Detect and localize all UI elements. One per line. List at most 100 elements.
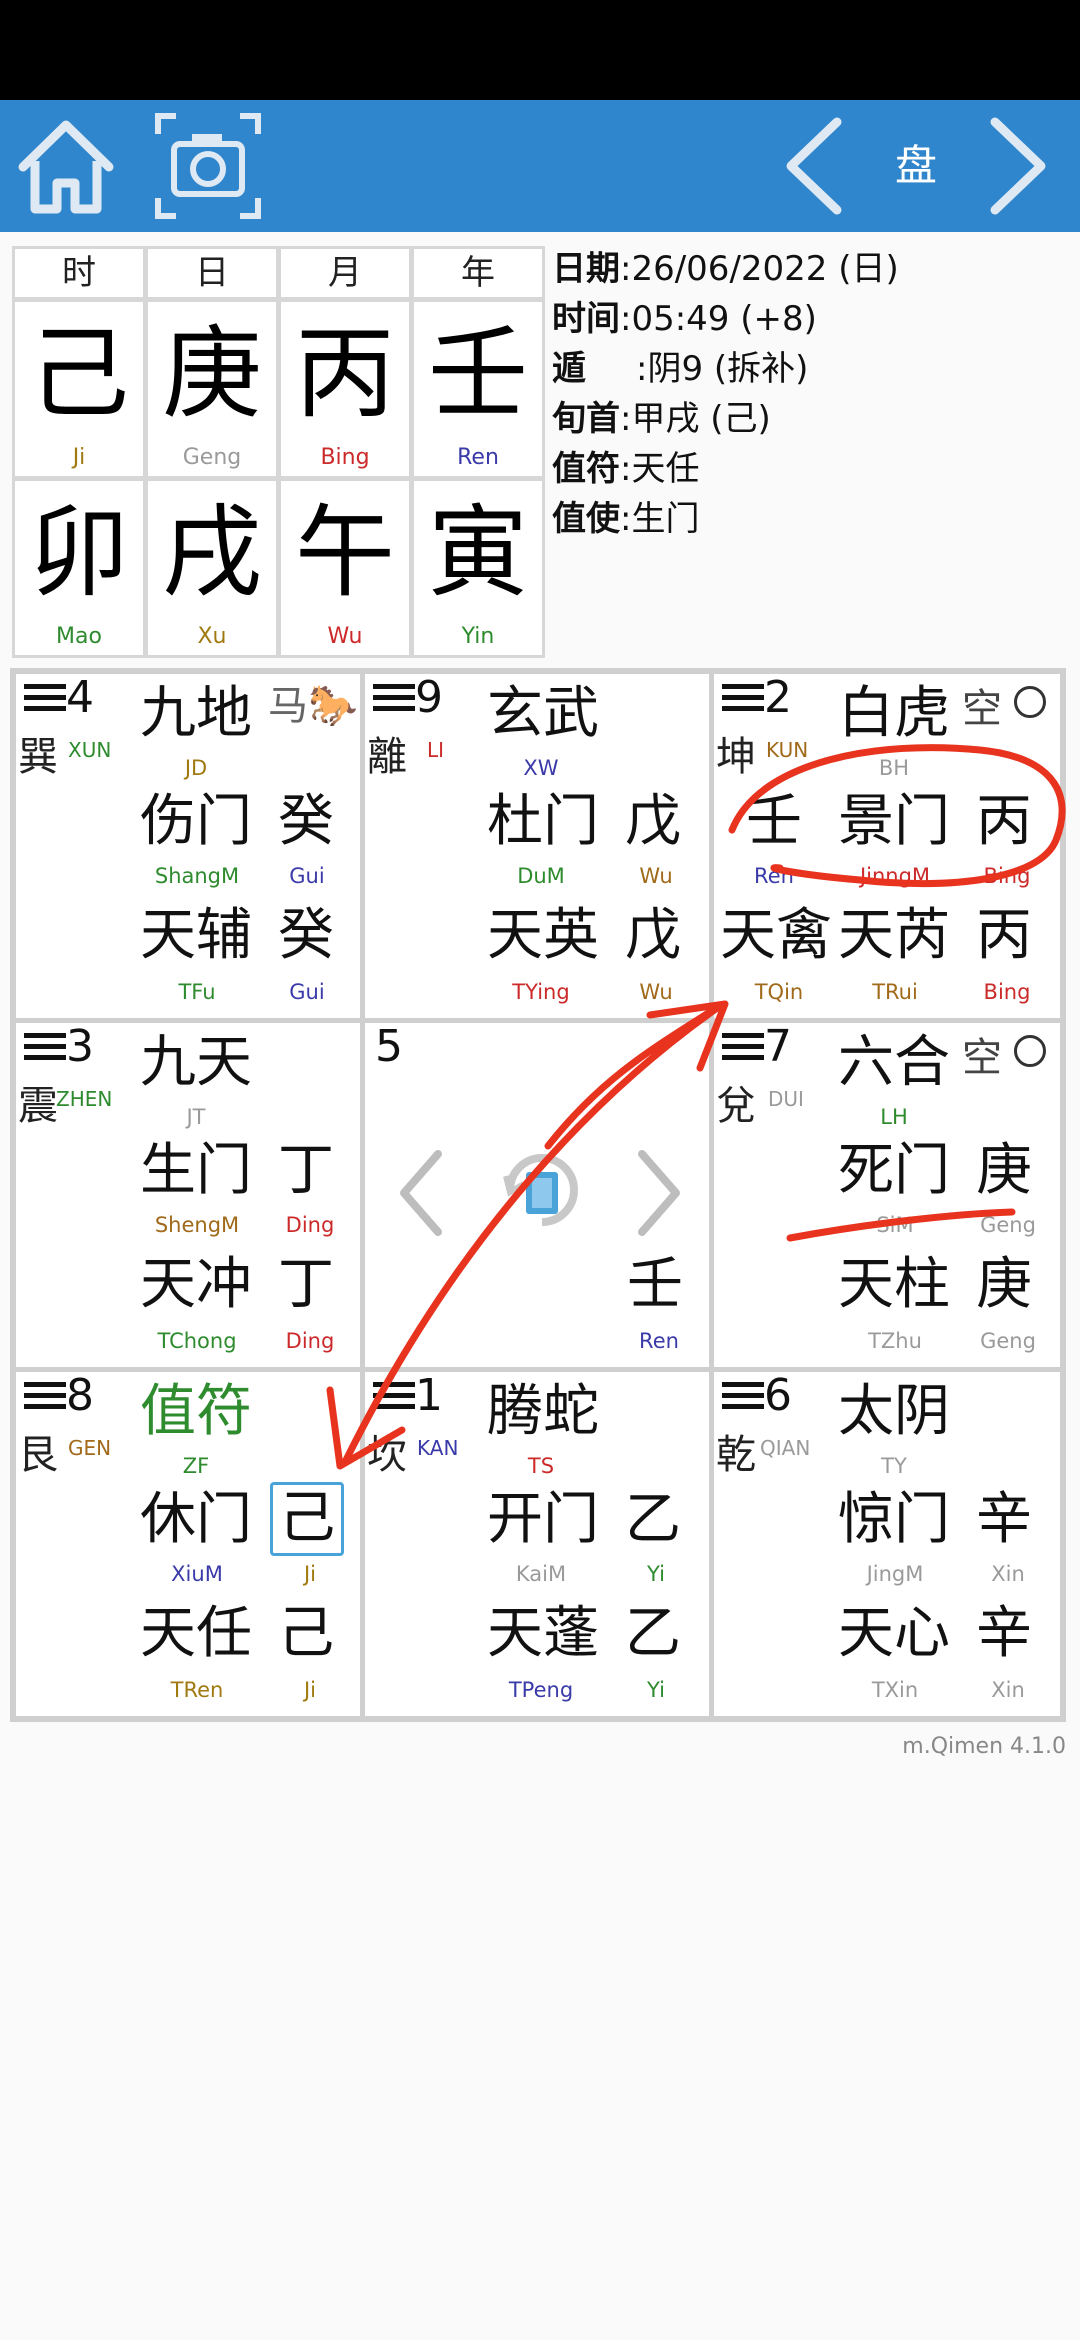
trigram-icon [373, 684, 415, 717]
trigram-icon [24, 684, 66, 717]
palace-number: 7 [764, 1021, 792, 1072]
stem-pinyin: Bing [320, 445, 370, 470]
pillar-branch-year[interactable]: 寅 Yin [411, 478, 545, 658]
pillar-stem-day[interactable]: 庚 Geng [145, 299, 279, 479]
star: 天心 [838, 1601, 950, 1666]
selected-door-stem[interactable]: 己 [270, 1482, 344, 1556]
chevron-left-icon[interactable] [778, 112, 850, 220]
door: 生门 [140, 1138, 252, 1203]
door-pinyin: XiuM [171, 1562, 223, 1586]
god: 六合 [838, 1030, 950, 1095]
god: 白虎 [838, 681, 950, 746]
trigram-icon [722, 1382, 764, 1415]
pillar-branch-day[interactable]: 戌 Xu [145, 478, 279, 658]
star-pinyin: TChong [157, 1329, 237, 1353]
pillar-branch-hour[interactable]: 卯 Mao [12, 478, 146, 658]
palace-7[interactable]: 7 兌 DUI 六合 LH 空 死门 SiM 庚 Geng 天柱 TZhu 庚 … [711, 1020, 1063, 1370]
door: 休门 [140, 1487, 252, 1552]
star-stem: 丁 [278, 1252, 334, 1317]
palace-pinyin: GEN [68, 1436, 112, 1460]
palace-6[interactable]: 6 乾 QIAN 太阴 TY 惊门 JingM 辛 Xin 天心 TXin 辛 … [711, 1369, 1063, 1719]
pillar-header-year: 年 [411, 246, 545, 300]
star-stem-pinyin: Yi [647, 1678, 665, 1702]
door-pinyin: DuM [517, 864, 565, 888]
pillars-table: 时 日 月 年 己 Ji 庚 Geng 丙 Bing 壬 Ren 卯 Mao 戌… [12, 246, 545, 658]
pillar-stem-month[interactable]: 丙 Bing [278, 299, 412, 479]
star-stem-pinyin: Xin [991, 1678, 1025, 1702]
door-stem: 丙 [976, 789, 1032, 854]
god-pinyin: TY [881, 1454, 907, 1478]
pillar-header-hour: 时 [12, 246, 146, 300]
star-stem: 癸 [278, 903, 334, 968]
god-pinyin: JT [186, 1105, 206, 1129]
star-stem-pinyin: Gui [289, 980, 325, 1004]
chevron-right-icon[interactable] [629, 1143, 689, 1243]
door: 开门 [487, 1487, 599, 1552]
center-stem-pinyin: Ren [639, 1329, 679, 1353]
pillar-stem-year[interactable]: 壬 Ren [411, 299, 545, 479]
door-pinyin: ShangM [154, 864, 240, 888]
app-version: m.Qimen 4.1.0 [902, 1734, 1066, 1759]
palace-number: 2 [764, 672, 792, 723]
void-circle-icon [1014, 1035, 1046, 1067]
palace-1[interactable]: 1 坎 KAN 腾蛇 TS 开门 KaiM 乙 Yi 天蓬 TPeng 乙 Yi [362, 1369, 712, 1719]
door-pinyin: JinngM [859, 864, 931, 888]
god-pinyin: BH [878, 756, 910, 780]
palace-9[interactable]: 9 離 LI 玄武 XW 杜门 DuM 戊 Wu 天英 TYing 戊 Wu [362, 671, 712, 1021]
star-stem-pinyin: Geng [980, 1329, 1036, 1353]
chevron-right-icon[interactable] [982, 112, 1054, 220]
star-pinyin: TPeng [508, 1678, 574, 1702]
star-stem: 己 [278, 1601, 334, 1666]
god: 太阴 [838, 1379, 950, 1444]
star: 天冲 [140, 1252, 252, 1317]
palace-number: 4 [66, 672, 94, 723]
god-pinyin: JD [184, 756, 208, 780]
door: 伤门 [140, 789, 252, 854]
star-stem-pinyin: Ding [285, 1329, 335, 1353]
star-stem-pinyin: Ji [303, 1678, 317, 1702]
god: 玄武 [487, 681, 599, 746]
door-stem: 丁 [278, 1138, 334, 1203]
horse-marker: 马🐎 [268, 683, 358, 729]
palace-number: 9 [415, 672, 443, 723]
trigram-icon [24, 1033, 66, 1066]
pillar-branch-month[interactable]: 午 Wu [278, 478, 412, 658]
god-pinyin: ZF [182, 1454, 210, 1478]
camera-icon[interactable] [150, 108, 266, 224]
palace-4[interactable]: 4 巽 XUN 九地 JD 马🐎 伤门 ShangM 癸 Gui 天辅 TFu … [13, 671, 363, 1021]
branch-pinyin: Yin [461, 624, 495, 649]
door-pinyin: SiM [876, 1213, 914, 1237]
star: 天蓬 [487, 1601, 599, 1666]
star: 天柱 [838, 1252, 950, 1317]
palace-pinyin: DUI [768, 1087, 804, 1111]
god-pinyin: TS [527, 1454, 555, 1478]
palace-name: 離 [367, 734, 407, 780]
stem-pinyin: Geng [182, 445, 242, 470]
pillar-stem-hour[interactable]: 己 Ji [12, 299, 146, 479]
palace-name: 巽 [18, 734, 58, 780]
star: 天芮 [838, 903, 950, 968]
pillar-header-month: 月 [278, 246, 412, 300]
star-pinyin: TZhu [868, 1329, 922, 1353]
home-icon[interactable] [8, 108, 124, 224]
palace-pinyin: LI [427, 738, 445, 762]
star-stem: 丙 [976, 903, 1032, 968]
branch-glyph: 卯 [29, 494, 129, 611]
palace-number: 3 [66, 1021, 94, 1072]
stem-pinyin: Ren [457, 445, 499, 470]
door: 死门 [838, 1138, 950, 1203]
door-stem: 辛 [976, 1487, 1032, 1552]
toolbar: 盘 [0, 100, 1080, 232]
chevron-left-icon[interactable] [391, 1143, 451, 1243]
palace-name: 坤 [716, 734, 756, 780]
void-marker: 空 [962, 686, 1002, 732]
stem-glyph: 壬 [428, 315, 528, 432]
palace-8[interactable]: 8 艮 GEN 值符 ZF 休门 XiuM 己 Ji 天任 TRen 己 Ji [13, 1369, 363, 1719]
rotate-icon[interactable] [487, 1135, 597, 1245]
palace-5[interactable]: 5 壬 Ren [362, 1020, 712, 1370]
door-stem-pinyin: Geng [980, 1213, 1036, 1237]
stem-pinyin: Ji [72, 445, 86, 470]
palace-2[interactable]: 2 坤 KUN 白虎 BH 空 壬 Ren 景门 JinngM 丙 Bing 天… [711, 671, 1063, 1021]
palace-3[interactable]: 3 震 ZHEN 九天 JT 生门 ShengM 丁 Ding 天冲 TChon… [13, 1020, 363, 1370]
god: 九地 [140, 681, 252, 746]
